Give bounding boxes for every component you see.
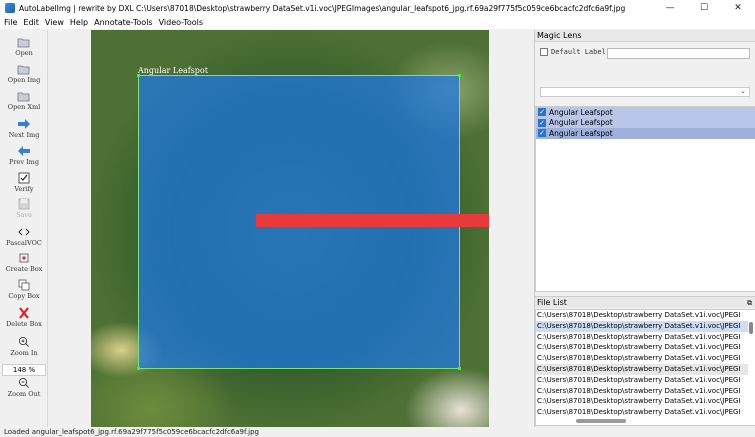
default-label-row: Default Label — [540, 48, 606, 56]
open-button[interactable]: Open — [0, 36, 48, 57]
create-box-icon — [19, 253, 29, 263]
zoom-value-field[interactable]: 148 % — [2, 364, 46, 376]
open-xml-button[interactable]: Open Xml — [0, 90, 48, 111]
file-list[interactable]: C:\Users\87018\Desktop\strawberry DataSe… — [535, 309, 755, 426]
file-item[interactable]: C:\Users\87018\Desktop\strawberry DataSe… — [536, 320, 748, 332]
verify-label: Verify — [14, 185, 34, 193]
create-box-button[interactable]: Create Box — [0, 252, 48, 273]
chevron-down-icon: ⌄ — [740, 87, 746, 95]
canvas-margin — [489, 30, 534, 427]
open-img-label: Open Img — [7, 76, 41, 84]
magic-lens-title: Magic Lens — [535, 30, 755, 42]
file-item[interactable]: C:\Users\87018\Desktop\strawberry DataSe… — [536, 342, 748, 353]
file-item[interactable]: C:\Users\87018\Desktop\strawberry DataSe… — [536, 310, 748, 321]
file-list-vscrollbar[interactable] — [749, 322, 753, 334]
zoom-out-icon — [18, 377, 29, 388]
label-item[interactable]: ✓ Angular Leafspot — [536, 117, 755, 128]
maximize-button[interactable]: ☐ — [687, 0, 721, 16]
file-item[interactable]: C:\Users\87018\Desktop\strawberry DataSe… — [536, 375, 748, 386]
zoom-out-button[interactable]: Zoom Out — [0, 377, 48, 398]
zoom-in-label: Zoom In — [10, 349, 38, 357]
save-label: Save — [16, 211, 32, 219]
zoom-in-button[interactable]: Zoom In — [0, 336, 48, 357]
copy-box-button[interactable]: Copy Box — [0, 279, 48, 300]
zoom-out-label: Zoom Out — [7, 390, 41, 398]
file-list-hscrollbar[interactable] — [576, 419, 626, 423]
copy-icon — [18, 279, 30, 291]
default-label-checkbox[interactable] — [540, 48, 548, 56]
undock-icon[interactable]: ⧉ — [747, 297, 752, 309]
file-item[interactable]: C:\Users\87018\Desktop\strawberry DataSe… — [536, 353, 748, 364]
box-handle[interactable] — [137, 367, 140, 370]
delete-x-icon — [19, 307, 29, 319]
label-item-text: Angular Leafspot — [549, 118, 613, 128]
next-img-label: Next Img — [8, 131, 40, 139]
left-toolbar: Open Open Img Open Xml Next Img Prev Img… — [0, 30, 48, 430]
label-item-text: Angular Leafspot — [549, 107, 613, 117]
save-button[interactable]: Save — [0, 198, 48, 219]
file-item[interactable]: C:\Users\87018\Desktop\strawberry DataSe… — [536, 407, 748, 418]
arrow-left-icon — [18, 146, 30, 156]
open-image-icon — [17, 65, 30, 75]
format-label: PascalVOC — [6, 239, 42, 247]
zoom-in-icon — [18, 336, 29, 347]
file-item[interactable]: C:\Users\87018\Desktop\strawberry DataSe… — [536, 396, 748, 407]
menu-bar: File Edit View Help Annotate-Tools Video… — [0, 16, 755, 29]
copy-box-label: Copy Box — [8, 292, 40, 300]
menu-file[interactable]: File — [4, 18, 17, 27]
menu-annotate-tools[interactable]: Annotate-Tools — [94, 18, 152, 27]
file-item[interactable]: C:\Users\87018\Desktop\strawberry DataSe… — [536, 332, 748, 343]
window-title: AutoLabelImg | rewrite by DXL C:\Users\8… — [19, 3, 626, 13]
open-folder-icon — [17, 38, 30, 48]
open-img-button[interactable]: Open Img — [0, 63, 48, 84]
label-checkbox[interactable]: ✓ — [538, 108, 546, 117]
menu-video-tools[interactable]: Video-Tools — [159, 18, 203, 27]
menu-view[interactable]: View — [45, 18, 64, 27]
label-checkbox[interactable]: ✓ — [538, 118, 546, 127]
box-handle[interactable] — [458, 367, 461, 370]
checkbox-icon — [18, 172, 30, 184]
label-combo[interactable]: ⌄ — [540, 87, 750, 97]
label-list[interactable]: ✓ Angular Leafspot ✓ Angular Leafspot ✓ … — [535, 106, 755, 292]
file-list-title-text: File List — [537, 298, 567, 307]
image-canvas[interactable]: Angular Leafspot — [91, 30, 489, 427]
format-button[interactable]: PascalVOC — [0, 226, 48, 247]
label-item[interactable]: ✓ Angular Leafspot — [536, 128, 755, 139]
delete-box-button[interactable]: Delete Box — [0, 307, 48, 328]
box-label: Angular Leafspot — [138, 66, 208, 75]
default-label-text: Default Label — [551, 48, 606, 56]
file-item[interactable]: C:\Users\87018\Desktop\strawberry DataSe… — [536, 363, 748, 375]
minimize-button[interactable]: — — [653, 0, 687, 16]
open-xml-label: Open Xml — [7, 103, 41, 111]
create-box-label: Create Box — [5, 265, 43, 273]
arrow-right-icon — [18, 119, 30, 129]
menu-edit[interactable]: Edit — [23, 18, 39, 27]
label-checkbox[interactable]: ✓ — [538, 129, 546, 138]
file-list-title: File List ⧉ — [535, 296, 755, 308]
app-icon — [5, 3, 15, 13]
prev-img-label: Prev Img — [9, 158, 39, 166]
status-bar: Loaded angular_leafspot6_jpg.rf.69a29f77… — [0, 427, 755, 437]
label-item-text: Angular Leafspot — [549, 128, 613, 138]
menu-help[interactable]: Help — [70, 18, 88, 27]
delete-box-label: Delete Box — [6, 320, 42, 328]
verify-button[interactable]: Verify — [0, 172, 48, 193]
box-handle[interactable] — [458, 74, 461, 77]
prev-img-button[interactable]: Prev Img — [0, 145, 48, 166]
title-bar: AutoLabelImg | rewrite by DXL C:\Users\8… — [0, 0, 755, 16]
default-label-input[interactable] — [607, 48, 750, 59]
code-format-icon — [18, 228, 30, 236]
label-item[interactable]: ✓ Angular Leafspot — [536, 107, 755, 118]
right-dock: Magic Lens Default Label ⌄ ✓ Angular Lea… — [534, 30, 755, 427]
red-annotation-bar — [256, 214, 489, 227]
file-item[interactable]: C:\Users\87018\Desktop\strawberry DataSe… — [536, 386, 748, 397]
close-button[interactable]: ✕ — [721, 0, 755, 16]
next-img-button[interactable]: Next Img — [0, 118, 48, 139]
save-icon — [18, 198, 30, 210]
open-label: Open — [15, 49, 33, 57]
open-xml-icon — [17, 92, 30, 102]
